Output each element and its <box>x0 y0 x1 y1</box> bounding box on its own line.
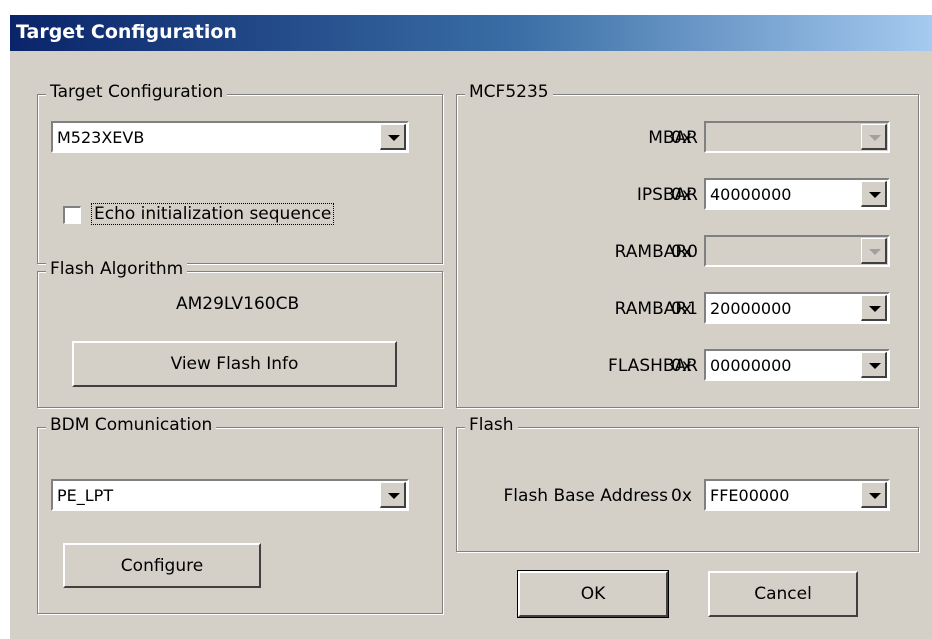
mbar-combo[interactable] <box>704 121 890 153</box>
flashbar-prefix: 0x <box>671 356 692 376</box>
chevron-down-icon <box>869 306 881 312</box>
chevron-down-icon <box>869 249 881 255</box>
configure-button[interactable]: Configure <box>63 543 261 588</box>
bdm-communication-group: BDM Comunication PE_LPT Configure <box>37 415 443 614</box>
flash-base-address-value: FFE00000 <box>710 486 790 505</box>
rambar0-combo[interactable] <box>704 235 890 267</box>
flash-algorithm-name: AM29LV160CB <box>176 294 300 314</box>
dialog-window: Target Configuration Target Configuratio… <box>10 15 932 639</box>
flash-base-address-label: Flash Base Address <box>503 486 668 506</box>
ipsbar-combo-value: 40000000 <box>710 185 792 204</box>
flash-group: Flash Flash Base Address 0x FFE00000 <box>456 415 919 552</box>
mcf5235-legend: MCF5235 <box>465 82 553 102</box>
chevron-down-icon <box>869 363 881 369</box>
target-combo-value: M523XEVB <box>57 128 145 147</box>
rambar1-combo-dropdown-button[interactable] <box>861 295 887 321</box>
target-combo[interactable]: M523XEVB <box>51 121 409 153</box>
flash-algorithm-group: Flash Algorithm AM29LV160CB View Flash I… <box>37 259 443 408</box>
target-combo-dropdown-button[interactable] <box>380 124 406 150</box>
bdm-combo[interactable]: PE_LPT <box>51 479 409 511</box>
mbar-combo-dropdown-button[interactable] <box>861 124 887 150</box>
ok-button[interactable]: OK <box>517 570 669 618</box>
target-configuration-legend: Target Configuration <box>46 82 228 102</box>
view-flash-info-button[interactable]: View Flash Info <box>72 341 397 387</box>
echo-checkbox[interactable] <box>63 206 81 224</box>
ipsbar-prefix: 0x <box>671 185 692 205</box>
title-bar[interactable]: Target Configuration <box>10 15 932 51</box>
rambar1-prefix: 0x <box>671 299 692 319</box>
cancel-button[interactable]: Cancel <box>708 571 858 617</box>
chevron-down-icon <box>869 135 881 141</box>
flash-algorithm-legend: Flash Algorithm <box>46 259 188 279</box>
rambar1-combo[interactable]: 20000000 <box>704 292 890 324</box>
flash-base-address-prefix: 0x <box>671 486 692 506</box>
flashbar-combo[interactable]: 00000000 <box>704 349 890 381</box>
chevron-down-icon <box>388 493 400 499</box>
flashbar-combo-dropdown-button[interactable] <box>861 352 887 378</box>
target-configuration-group: Target Configuration M523XEVB Echo initi… <box>37 82 443 264</box>
chevron-down-icon <box>869 493 881 499</box>
ipsbar-combo[interactable]: 40000000 <box>704 178 890 210</box>
mcf5235-group: MCF5235 MBAR 0x IPSBAR 0x 40000000 RAMBA… <box>456 82 919 408</box>
rambar1-combo-value: 20000000 <box>710 299 792 318</box>
rambar0-combo-dropdown-button[interactable] <box>861 238 887 264</box>
bdm-communication-legend: BDM Comunication <box>46 415 217 435</box>
flash-base-address-combo[interactable]: FFE00000 <box>704 479 890 511</box>
chevron-down-icon <box>388 135 400 141</box>
ipsbar-combo-dropdown-button[interactable] <box>861 181 887 207</box>
bdm-combo-dropdown-button[interactable] <box>380 482 406 508</box>
flash-legend: Flash <box>465 415 518 435</box>
rambar0-prefix: 0x <box>671 242 692 262</box>
flashbar-combo-value: 00000000 <box>710 356 792 375</box>
window-title: Target Configuration <box>16 21 237 43</box>
chevron-down-icon <box>869 192 881 198</box>
flash-base-address-dropdown-button[interactable] <box>861 482 887 508</box>
mbar-prefix: 0x <box>671 128 692 148</box>
bdm-combo-value: PE_LPT <box>57 486 114 505</box>
echo-checkbox-label[interactable]: Echo initialization sequence <box>91 203 335 225</box>
